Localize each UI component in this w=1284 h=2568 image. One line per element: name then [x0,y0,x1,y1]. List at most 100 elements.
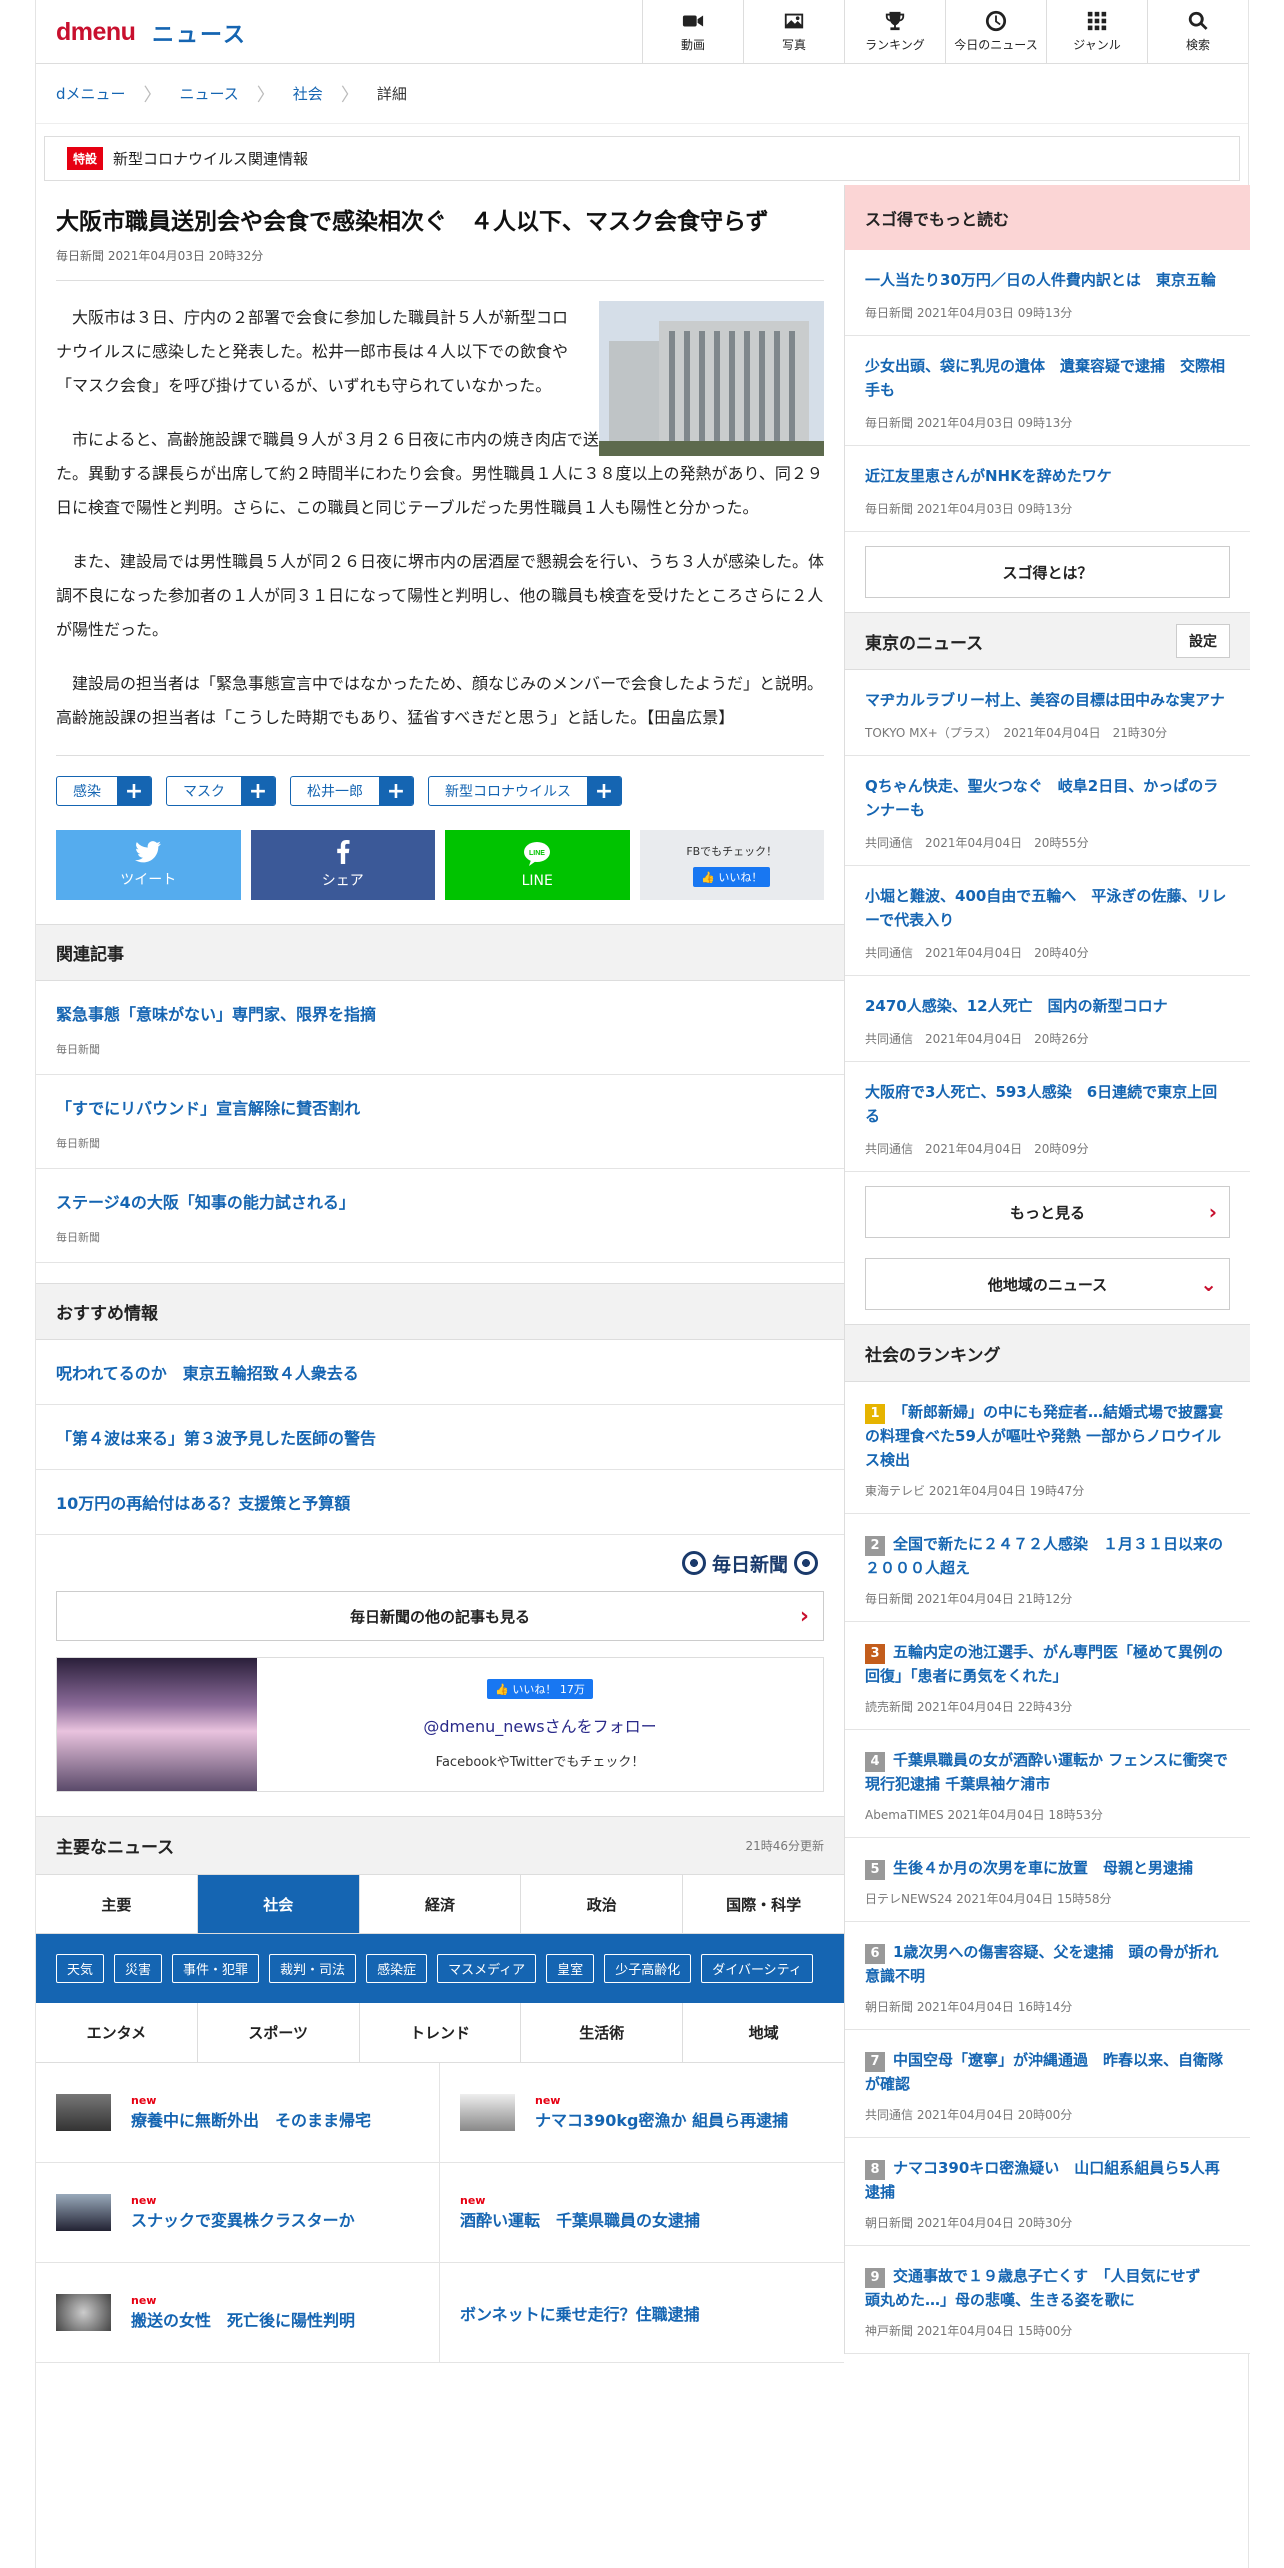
tokyo-title[interactable]: 小堀と難波、400自由で五輪へ 平泳ぎの佐藤、リレーで代表入り [865,884,1230,932]
news-item[interactable]: new 酒酔い運転 千葉県職員の女逮捕 [440,2163,844,2263]
related-title[interactable]: 緊急事態「意味がない」専門家、限界を指摘 [56,1001,824,1025]
sugotoku-about-button[interactable]: スゴ得とは？ [865,546,1230,598]
ranking-title[interactable]: 5 生後４か月の次男を車に放置 母親と男逮捕 [865,1856,1230,1880]
breadcrumb-society[interactable]: 社会 [293,83,323,104]
tab-trend[interactable]: トレンド [358,2003,521,2062]
tokyo-item[interactable]: Qちゃん快走、聖火つなぐ 岐阜2日目、かっぱのランナーも 共同通信 2021年0… [845,756,1250,866]
ranking-title-text[interactable]: ナマコ390キロ密漁疑い 山口組系組員ら5人再逮捕 [865,2159,1220,2201]
news-title[interactable]: 搬送の女性 死亡後に陽性判明 [131,2307,355,2331]
plus-icon[interactable]: + [117,777,151,805]
tab-lifehack[interactable]: 生活術 [520,2003,682,2062]
related-item[interactable]: 「すでにリバウンド」宣言解除に賛否割れ 毎日新聞 [36,1075,844,1169]
fb-like-button[interactable]: 👍 いいね！ [693,867,771,887]
tokyo-item[interactable]: 2470人感染、12人死亡 国内の新型コロナ 共同通信 2021年04月04日 … [845,976,1250,1062]
recommend-item[interactable]: 10万円の再給付はある？支援策と予算額 [36,1470,844,1535]
subtag[interactable]: 事件・犯罪 [172,1954,260,1983]
plus-icon[interactable]: + [379,777,413,805]
ranking-item[interactable]: 9 交通事故で１９歳息子亡くす 「人目気にせず 頭丸めた…」母の悲嘆、生きる姿を歌… [845,2246,1250,2354]
ranking-title[interactable]: 6 1歳次男への傷害容疑、父を逮捕 頭の骨が折れ意識不明 [865,1940,1230,1988]
ranking-title-text[interactable]: 「新郎新婦」の中にも発症者…結婚式場で披露宴の料理食べた59人が嘔吐や発熱 一部… [865,1403,1223,1469]
sugotoku-item[interactable]: 一人当たり30万円／日の人件費内訳とは 東京五輪 毎日新聞 2021年04月03… [845,250,1250,336]
related-item[interactable]: 緊急事態「意味がない」専門家、限界を指摘 毎日新聞 [36,981,844,1075]
tokyo-title[interactable]: 大阪府で3人死亡、593人感染 6日連続で東京上回る [865,1080,1230,1128]
ranking-title[interactable]: 7 中国空母「遼寧」が沖縄通過 昨春以来、自衛隊が確認 [865,2048,1230,2096]
ranking-title-text[interactable]: 五輪内定の池江選手、がん専門医「極めて異例の回復」「患者に勇気をくれた」 [865,1643,1223,1685]
mainichi-logo[interactable]: 毎日新聞 [36,1535,844,1591]
subtag[interactable]: 感染症 [366,1954,428,1983]
tab-society[interactable]: 社会 [196,1875,359,1933]
article-photo[interactable] [599,301,824,456]
tag-item[interactable]: 新型コロナウイルス + [428,776,622,806]
related-title[interactable]: 「すでにリバウンド」宣言解除に賛否割れ [56,1095,824,1119]
tab-international[interactable]: 国際・科学 [682,1875,844,1933]
ranking-item[interactable]: 3 五輪内定の池江選手、がん専門医「極めて異例の回復」「患者に勇気をくれた」 読売… [845,1622,1250,1730]
tab-major[interactable]: 主要 [36,1875,197,1933]
nav-video[interactable]: 動画 [642,0,743,63]
ranking-title[interactable]: 8 ナマコ390キロ密漁疑い 山口組系組員ら5人再逮捕 [865,2156,1230,2204]
nav-today[interactable]: 今日のニュース [945,0,1046,63]
dmenu-logo[interactable]: dmenu [56,18,136,47]
plus-icon[interactable]: + [587,777,621,805]
tokyo-title[interactable]: Qちゃん快走、聖火つなぐ 岐阜2日目、かっぱのランナーも [865,774,1230,822]
news-title[interactable]: 酒酔い運転 千葉県職員の女逮捕 [460,2207,700,2231]
tab-entertainment[interactable]: エンタメ [36,2003,197,2062]
tokyo-item[interactable]: 大阪府で3人死亡、593人感染 6日連続で東京上回る 共同通信 2021年04月… [845,1062,1250,1172]
ranking-title-text[interactable]: 中国空母「遼寧」が沖縄通過 昨春以来、自衛隊が確認 [865,2051,1223,2093]
facebook-share-button[interactable]: シェア [250,830,435,900]
news-title[interactable]: ボンネットに乗せ走行？住職逮捕 [460,2301,700,2325]
subtag[interactable]: 少子高齢化 [604,1954,692,1983]
tag-item[interactable]: マスク + [166,776,276,806]
tab-region[interactable]: 地域 [682,2003,844,2062]
nav-ranking[interactable]: ランキング [844,0,945,63]
tokyo-item[interactable]: マヂカルラブリー村上、美容の目標は田中みな実アナ TOKYO MX+（プラス） … [845,670,1250,756]
subtag[interactable]: 災害 [114,1954,163,1983]
breadcrumb-dmenu[interactable]: dメニュー [56,83,126,104]
subtag[interactable]: ダイバーシティ [701,1954,813,1983]
news-item[interactable]: ボンネットに乗せ走行？住職逮捕 [440,2263,844,2363]
nav-search[interactable]: 検索 [1147,0,1248,63]
subtag[interactable]: マスメディア [437,1954,537,1983]
nav-photo[interactable]: 写真 [743,0,844,63]
ranking-item[interactable]: 4 千葉県職員の女が酒酔い運転か フェンスに衝突で現行犯逮捕 千葉県袖ケ浦市 Ab… [845,1730,1250,1838]
news-item[interactable]: new スナックで変異株クラスターか [36,2163,440,2263]
recommend-item[interactable]: 「第４波は来る」第３波予見した医師の警告 [36,1405,844,1470]
sugotoku-title[interactable]: 少女出頭、袋に乳児の遺体 遺棄容疑で逮捕 交際相手も [865,354,1230,402]
related-item[interactable]: ステージ4の大阪「知事の能力試される」 毎日新聞 [36,1169,844,1263]
ranking-title-text[interactable]: 生後４か月の次男を車に放置 母親と男逮捕 [893,1859,1193,1877]
recommend-item[interactable]: 呪われてるのか 東京五輪招致４人衆去る [36,1340,844,1405]
tweet-button[interactable]: ツイート [56,830,241,900]
tokyo-more-button[interactable]: もっと見る › [865,1186,1230,1238]
subtag[interactable]: 裁判・司法 [269,1954,357,1983]
sugotoku-item[interactable]: 近江友里恵さんがNHKを辞めたワケ 毎日新聞 2021年04月03日 09時13… [845,446,1250,532]
ranking-item[interactable]: 7 中国空母「遼寧」が沖縄通過 昨春以来、自衛隊が確認 共同通信 2021年04月… [845,2030,1250,2138]
subtag[interactable]: 皇室 [546,1954,595,1983]
nav-genre[interactable]: ジャンル [1046,0,1147,63]
sugotoku-title[interactable]: 近江友里恵さんがNHKを辞めたワケ [865,464,1230,488]
ranking-title-text[interactable]: 1歳次男への傷害容疑、父を逮捕 頭の骨が折れ意識不明 [865,1943,1218,1985]
ranking-title[interactable]: 1 「新郎新婦」の中にも発症者…結婚式場で披露宴の料理食べた59人が嘔吐や発熱 一… [865,1400,1230,1472]
tokyo-item[interactable]: 小堀と難波、400自由で五輪へ 平泳ぎの佐藤、リレーで代表入り 共同通信 202… [845,866,1250,976]
ranking-item[interactable]: 1 「新郎新婦」の中にも発症者…結婚式場で披露宴の料理食べた59人が嘔吐や発熱 一… [845,1382,1250,1514]
ranking-title[interactable]: 3 五輪内定の池江選手、がん専門医「極めて異例の回復」「患者に勇気をくれた」 [865,1640,1230,1688]
sugotoku-item[interactable]: 少女出頭、袋に乳児の遺体 遺棄容疑で逮捕 交際相手も 毎日新聞 2021年04月… [845,336,1250,446]
ranking-title[interactable]: 9 交通事故で１９歳息子亡くす 「人目気にせず 頭丸めた…」母の悲嘆、生きる姿を歌… [865,2264,1230,2312]
site-name[interactable]: ニュース [152,17,247,49]
sugotoku-title[interactable]: 一人当たり30万円／日の人件費内訳とは 東京五輪 [865,268,1230,292]
ranking-title[interactable]: 4 千葉県職員の女が酒酔い運転か フェンスに衝突で現行犯逮捕 千葉県袖ケ浦市 [865,1748,1230,1796]
tokyo-title[interactable]: 2470人感染、12人死亡 国内の新型コロナ [865,994,1230,1018]
mainichi-more-button[interactable]: 毎日新聞の他の記事も見る › [56,1591,824,1641]
news-item[interactable]: new 療養中に無断外出 そのまま帰宅 [36,2063,440,2163]
news-item[interactable]: new 搬送の女性 死亡後に陽性判明 [36,2263,440,2363]
other-region-button[interactable]: 他地域のニュース ⌄ [865,1258,1230,1310]
plus-icon[interactable]: + [241,777,275,805]
ranking-title-text[interactable]: 全国で新たに２４７２人感染 １月３１日以来の２０００人超え [865,1535,1223,1577]
ranking-title-text[interactable]: 千葉県職員の女が酒酔い運転か フェンスに衝突で現行犯逮捕 千葉県袖ケ浦市 [865,1751,1228,1793]
line-button[interactable]: LINE LINE [445,830,630,900]
ranking-item[interactable]: 5 生後４か月の次男を車に放置 母親と男逮捕 日テレNEWS24 2021年04月… [845,1838,1250,1922]
tag-item[interactable]: 感染 + [56,776,152,806]
news-item[interactable]: new ナマコ390kg密漁か 組員ら再逮捕 [440,2063,844,2163]
tokyo-title[interactable]: マヂカルラブリー村上、美容の目標は田中みな実アナ [865,688,1230,712]
subtag[interactable]: 天気 [56,1954,105,1983]
related-title[interactable]: ステージ4の大阪「知事の能力試される」 [56,1189,824,1213]
breadcrumb-news[interactable]: ニュース [180,83,239,104]
